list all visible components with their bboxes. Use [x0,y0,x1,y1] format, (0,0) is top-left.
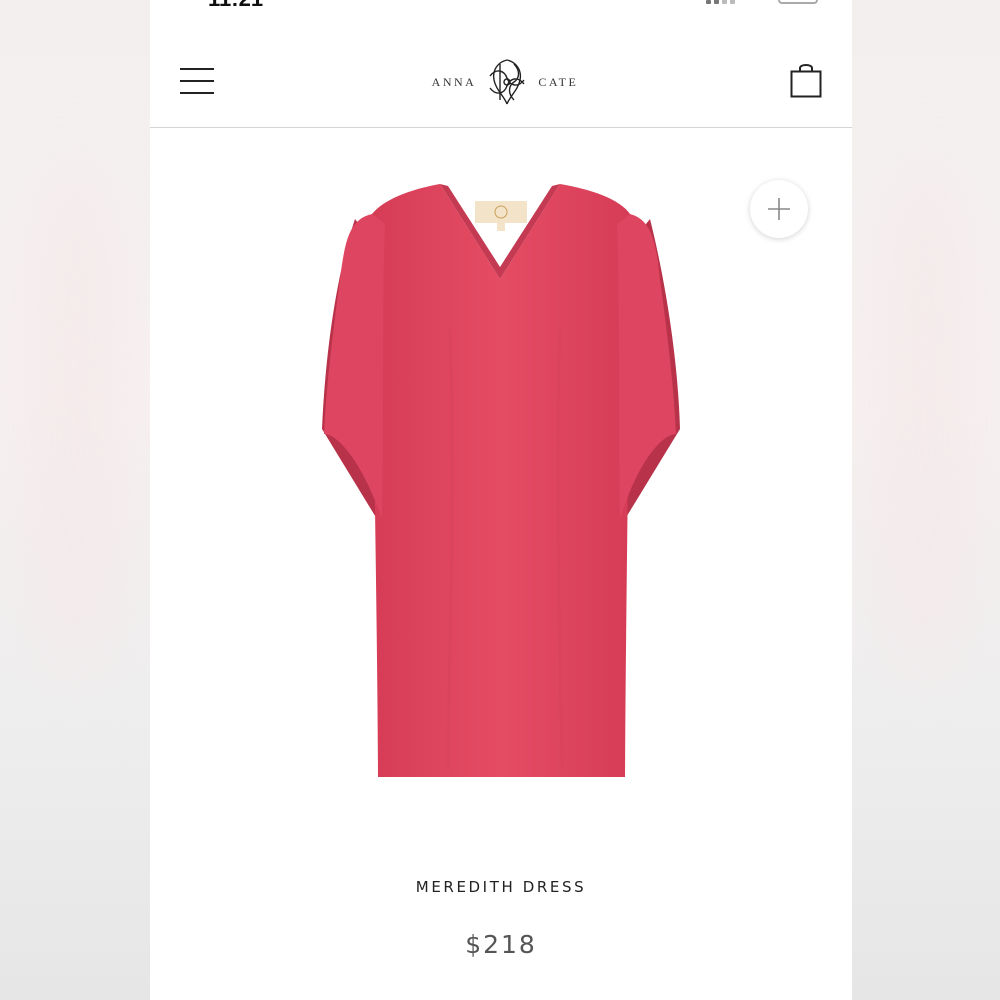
wifi-icon [750,0,764,4]
phone-screen: 11:21 ANNA [150,0,852,1000]
menu-button[interactable] [180,68,214,94]
status-icons [706,0,818,4]
monogram-icon [489,59,525,105]
battery-icon [778,0,818,4]
brand-name-left: ANNA [431,74,477,89]
signal-icon [706,0,736,4]
plus-icon [768,198,790,220]
hamburger-menu-icon [180,68,214,70]
brand-name-right: CATE [538,74,579,89]
site-header: ANNA CATE [150,40,852,128]
cart-button[interactable] [790,62,822,98]
brand-logo[interactable]: ANNA CATE [425,54,585,110]
product-price: $218 [465,930,537,959]
dress-image [322,184,680,777]
product-image[interactable] [150,129,852,829]
shopping-bag-icon [790,64,822,98]
backdrop-right [850,0,1000,1000]
product-name[interactable]: MEREDITH DRESS [150,878,852,896]
status-time: 11:21 [208,0,263,12]
quick-add-button[interactable] [750,180,808,238]
backdrop-left [0,0,150,1000]
